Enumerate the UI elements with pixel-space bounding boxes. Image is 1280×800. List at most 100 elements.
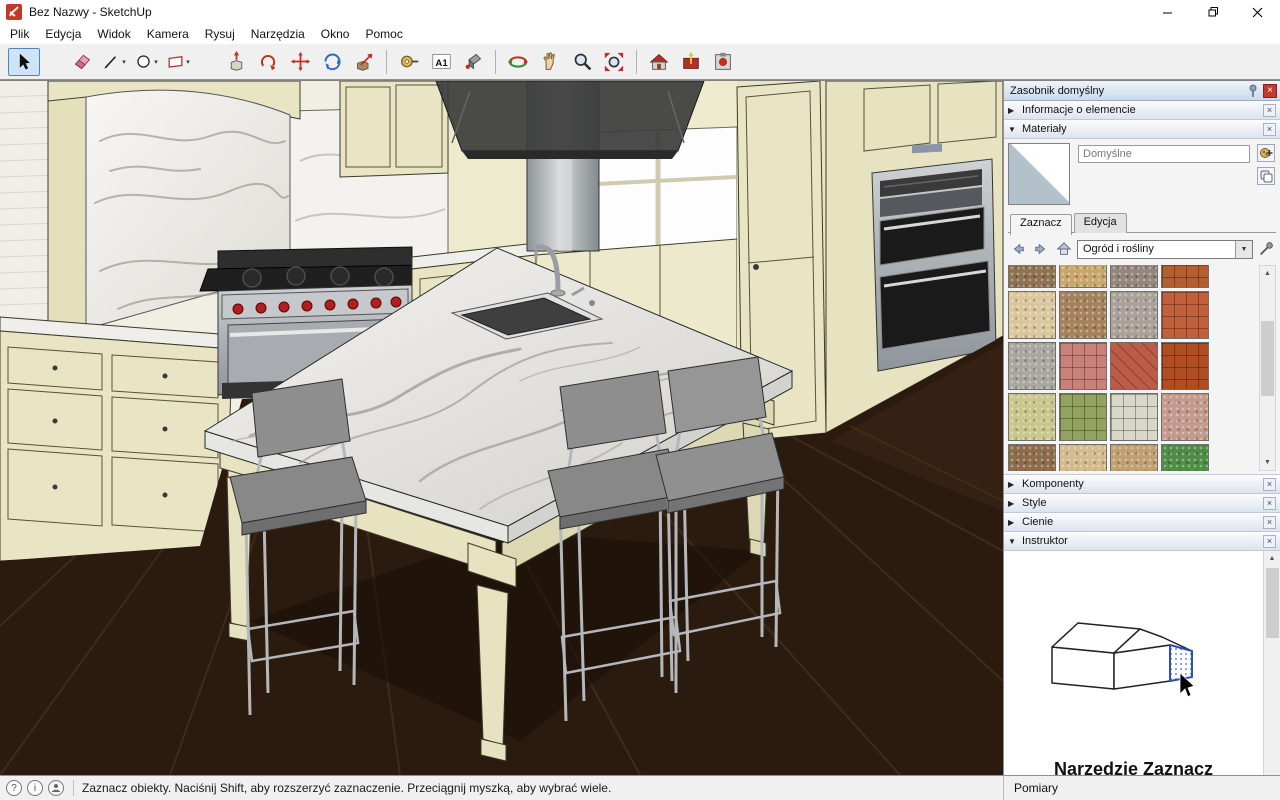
scale-tool-button[interactable] (348, 48, 380, 76)
section-close-button[interactable]: × (1263, 516, 1276, 529)
material-swatch[interactable] (1059, 393, 1107, 441)
chevron-right-icon: ▶ (1008, 480, 1017, 489)
maximize-button[interactable] (1190, 0, 1235, 24)
section-components[interactable]: ▶ Komponenty × (1004, 475, 1280, 494)
section-close-button[interactable]: × (1263, 535, 1276, 548)
rotate-tool-button[interactable] (316, 48, 348, 76)
measurements-label: Pomiary (1014, 781, 1058, 795)
help-circle-icon[interactable]: ? (6, 780, 22, 796)
scroll-up-icon[interactable]: ▲ (1260, 266, 1275, 281)
orbit-tool-button[interactable] (502, 48, 534, 76)
material-swatch[interactable] (1110, 393, 1158, 441)
menu-rysuj[interactable]: Rysuj (197, 25, 243, 43)
material-category-dropdown[interactable]: Ogród i rośliny ▼ (1077, 240, 1253, 259)
materials-scrollbar[interactable]: ▲ ▼ (1259, 265, 1276, 471)
menu-kamera[interactable]: Kamera (139, 25, 197, 43)
paint-bucket-tool-button[interactable] (457, 48, 489, 76)
viewport-3d[interactable] (0, 80, 1003, 775)
share-model-button[interactable] (675, 48, 707, 76)
scroll-down-icon[interactable]: ▼ (1260, 455, 1275, 470)
zoom-extents-tool-button[interactable] (598, 48, 630, 76)
tray-close-button[interactable]: × (1263, 84, 1277, 98)
select-tool-button[interactable] (8, 48, 40, 76)
scroll-up-icon[interactable]: ▲ (1265, 551, 1280, 566)
section-close-button[interactable]: × (1263, 123, 1276, 136)
tape-measure-tool-button[interactable] (393, 48, 425, 76)
material-swatch[interactable] (1110, 291, 1158, 339)
orbit-icon (507, 51, 529, 73)
sample-paint-button[interactable] (1256, 239, 1276, 259)
section-materials[interactable]: ▼ Materiały × (1004, 120, 1280, 139)
section-close-button[interactable]: × (1263, 497, 1276, 510)
eraser-tool-button[interactable] (66, 48, 98, 76)
material-swatch[interactable] (1059, 342, 1107, 390)
section-shadows[interactable]: ▶ Cienie × (1004, 513, 1280, 532)
scene-left-cabinets (0, 317, 232, 561)
scrollbar-thumb[interactable] (1266, 568, 1279, 638)
menu-narzedzia[interactable]: Narzędzia (243, 25, 313, 43)
extension-warehouse-button[interactable] (707, 48, 739, 76)
tab-select[interactable]: Zaznacz (1010, 214, 1072, 235)
scrollbar-thumb[interactable] (1261, 321, 1274, 396)
section-entity-info[interactable]: ▶ Informacje o elemencie × (1004, 101, 1280, 120)
material-swatch[interactable] (1008, 393, 1056, 441)
material-swatch[interactable] (1161, 393, 1209, 441)
close-button[interactable] (1235, 0, 1280, 24)
section-close-button[interactable]: × (1263, 478, 1276, 491)
tab-edit[interactable]: Edycja (1074, 213, 1127, 233)
push-pull-tool-button[interactable] (220, 48, 252, 76)
chevron-down-icon[interactable]: ▾ (186, 58, 190, 66)
menu-widok[interactable]: Widok (89, 25, 138, 43)
rectangle-icon (166, 52, 185, 71)
instructor-scrollbar[interactable]: ▲ (1263, 551, 1280, 775)
move-icon (290, 51, 311, 72)
material-swatch[interactable] (1059, 265, 1107, 288)
zoom-tool-button[interactable] (566, 48, 598, 76)
material-swatch[interactable] (1110, 444, 1158, 471)
back-button[interactable] (1008, 239, 1028, 259)
arc-tool-button[interactable]: ▾ (130, 48, 162, 76)
panes-icon (1260, 170, 1273, 183)
material-swatch[interactable] (1161, 444, 1209, 471)
forward-button[interactable] (1031, 239, 1051, 259)
material-swatch[interactable] (1110, 342, 1158, 390)
menu-pomoc[interactable]: Pomoc (357, 25, 410, 43)
tape-measure-icon (399, 51, 420, 72)
create-material-button[interactable] (1257, 144, 1275, 162)
extension-warehouse-icon (712, 51, 734, 73)
chevron-down-icon[interactable]: ▾ (154, 58, 158, 66)
follow-me-tool-button[interactable] (252, 48, 284, 76)
material-swatch[interactable] (1110, 265, 1158, 288)
pan-tool-button[interactable] (534, 48, 566, 76)
material-swatch[interactable] (1008, 265, 1056, 288)
material-swatch[interactable] (1161, 342, 1209, 390)
secondary-pane-button[interactable] (1257, 167, 1275, 185)
pin-icon[interactable] (1247, 84, 1259, 98)
rectangle-tool-button[interactable]: ▾ (162, 48, 194, 76)
material-swatch[interactable] (1059, 444, 1107, 471)
chevron-down-icon[interactable]: ▾ (122, 58, 126, 66)
material-swatch[interactable] (1008, 444, 1056, 471)
material-swatch[interactable] (1008, 291, 1056, 339)
material-swatch[interactable] (1161, 265, 1209, 288)
section-styles[interactable]: ▶ Style × (1004, 494, 1280, 513)
move-tool-button[interactable] (284, 48, 316, 76)
minimize-button[interactable] (1145, 0, 1190, 24)
user-circle-icon[interactable] (48, 780, 64, 796)
menu-edycja[interactable]: Edycja (37, 25, 89, 43)
section-instructor[interactable]: ▼ Instruktor × (1004, 532, 1280, 551)
menu-okno[interactable]: Okno (313, 25, 358, 43)
material-swatch[interactable] (1008, 342, 1056, 390)
text-tool-button[interactable]: A1 (425, 48, 457, 76)
home-button[interactable] (1054, 239, 1074, 259)
menu-plik[interactable]: Plik (2, 25, 37, 43)
material-swatch[interactable] (1161, 291, 1209, 339)
material-swatch[interactable] (1059, 291, 1107, 339)
line-tool-button[interactable]: ▾ (98, 48, 130, 76)
info-circle-icon[interactable]: i (27, 780, 43, 796)
chevron-down-icon[interactable]: ▼ (1235, 241, 1252, 258)
measurements-value[interactable] (1068, 780, 1272, 797)
material-name-field[interactable] (1078, 145, 1250, 163)
3d-warehouse-button[interactable] (643, 48, 675, 76)
section-close-button[interactable]: × (1263, 104, 1276, 117)
